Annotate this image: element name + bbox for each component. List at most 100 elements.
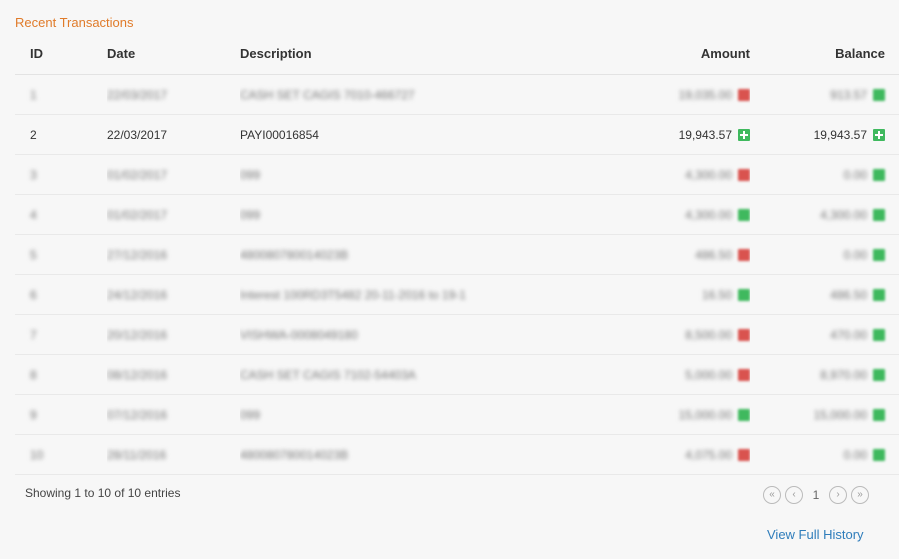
cell-id: 5 [15, 234, 107, 275]
cell-date-text: 08/12/2016 [107, 367, 168, 382]
column-header-id[interactable]: ID [15, 33, 107, 75]
first-page-icon[interactable]: « [763, 486, 781, 504]
table-row[interactable]: 7 20/12/2016 VISHWA-0008049180 8,500.00 470.… [15, 314, 899, 355]
cell-id-text: 10 [30, 447, 44, 462]
cell-amount-text: 4,300.00 [685, 167, 732, 182]
cell-balance-text: 19,943.57 [813, 127, 867, 142]
cell-date-text: 24/12/2016 [107, 287, 168, 302]
cell-date-text: 22/03/2017 [107, 127, 168, 142]
cell-balance: 0.00 [750, 234, 899, 275]
column-header-amount[interactable]: Amount [610, 33, 750, 75]
cell-balance: 19,943.57 [750, 114, 899, 155]
pagination: « ‹ 1 › » [763, 486, 869, 504]
cell-id-text: 9 [30, 407, 37, 422]
cell-amount: 4,300.00 [610, 194, 750, 235]
cell-description: 480080780014023B [240, 234, 610, 275]
entries-info: Showing 1 to 10 of 10 entries [25, 486, 181, 500]
plus-square-icon [873, 208, 885, 221]
cell-balance: 0.00 [750, 434, 899, 475]
plus-square-icon [738, 288, 750, 301]
minus-square-icon [738, 248, 750, 261]
table-row[interactable]: 2 22/03/2017 PAYI00016854 19,943.57 19,943.5… [15, 114, 899, 155]
current-page-number[interactable]: 1 [807, 488, 825, 502]
cell-id-text: 1 [30, 87, 37, 102]
cell-balance-wrap: 15,000.00 [814, 408, 885, 422]
cell-amount-text: 4,075.00 [685, 447, 732, 462]
cell-date-text: 22/03/2017 [107, 87, 168, 102]
cell-amount-text: 19,035.00 [678, 87, 732, 102]
cell-description-text: 480080780014023B [240, 447, 349, 462]
cell-amount-text: 15,000.00 [678, 407, 732, 422]
last-page-icon[interactable]: » [851, 486, 869, 504]
column-header-description[interactable]: Description [240, 33, 610, 75]
cell-description-text: CASH SET CAGIS 7102-54403A [240, 367, 416, 382]
cell-amount-wrap: 19,943.57 [679, 128, 750, 142]
table-row[interactable]: 9 07/12/2016 099 15,000.00 15,000.00 [15, 394, 899, 435]
cell-date: 01/02/2017 [107, 194, 240, 235]
cell-description-text: VISHWA-0008049180 [240, 327, 358, 342]
view-full-history-link[interactable]: View Full History [767, 527, 864, 542]
minus-square-icon [738, 168, 750, 181]
cell-date-text: 07/12/2016 [107, 407, 168, 422]
cell-date: 22/03/2017 [107, 114, 240, 155]
cell-balance-wrap: 0.00 [844, 448, 885, 462]
column-header-date[interactable]: Date [107, 33, 240, 75]
cell-date-text: 28/11/2016 [107, 447, 167, 462]
cell-balance-text: 486.50 [830, 287, 867, 302]
cell-description: 099 [240, 194, 610, 235]
cell-amount-text: 16.50 [701, 287, 732, 302]
transactions-table: ID Date Description Amount Balance 1 22/0… [15, 33, 899, 475]
table-row[interactable]: 4 01/02/2017 099 4,300.00 4,300.00 [15, 194, 899, 235]
cell-description: VISHWA-0008049180 [240, 314, 610, 355]
next-page-icon[interactable]: › [829, 486, 847, 504]
cell-date: 22/03/2017 [107, 74, 240, 115]
table-row[interactable]: 5 27/12/2016 480080780014023B 486.50 0.00 [15, 234, 899, 275]
cell-balance: 8,970.00 [750, 354, 899, 395]
cell-description-text: 480080780014023B [240, 247, 349, 262]
cell-balance-wrap: 0.00 [844, 168, 885, 182]
cell-description: CASH SET CAGIS 7102-54403A [240, 354, 610, 395]
plus-square-icon [873, 448, 885, 461]
cell-date: 24/12/2016 [107, 274, 240, 315]
cell-amount: 19,035.00 [610, 74, 750, 115]
cell-balance: 913.57 [750, 74, 899, 115]
cell-description-text: PAYI00016854 [240, 127, 319, 142]
plus-square-icon [873, 408, 885, 421]
table-row[interactable]: 1 22/03/2017 CASH SET CAGIS 7010-466727 19,… [15, 74, 899, 115]
cell-description: Interest 100RD3T5482 20-11-2016 to 19-1 [240, 274, 610, 315]
cell-balance-wrap: 486.50 [830, 288, 885, 302]
cell-balance: 470.00 [750, 314, 899, 355]
cell-date: 07/12/2016 [107, 394, 240, 435]
cell-balance-text: 913.57 [830, 87, 867, 102]
cell-balance-text: 0.00 [843, 167, 867, 182]
cell-id-text: 8 [30, 367, 37, 382]
cell-amount-wrap: 4,300.00 [685, 168, 750, 182]
cell-description-text: Interest 100RD3T5482 20-11-2016 to 19-1 [240, 287, 466, 302]
plus-square-icon [873, 368, 885, 381]
cell-balance-text: 15,000.00 [813, 407, 867, 422]
column-header-balance[interactable]: Balance [750, 33, 899, 75]
plus-square-icon [738, 128, 750, 141]
cell-amount-wrap: 486.50 [695, 248, 750, 262]
cell-date-text: 01/02/2017 [107, 207, 168, 222]
table-row[interactable]: 3 01/02/2017 099 4,300.00 0.00 [15, 154, 899, 195]
table-row[interactable]: 6 24/12/2016 Interest 100RD3T5482 20-11-20… [15, 274, 899, 315]
cell-amount-text: 8,500.00 [685, 327, 732, 342]
table-row[interactable]: 10 28/11/2016 480080780014023B 4,075.00 0.00 [15, 434, 899, 475]
cell-balance: 486.50 [750, 274, 899, 315]
minus-square-icon [738, 88, 750, 101]
cell-balance-wrap: 8,970.00 [820, 368, 885, 382]
cell-id: 1 [15, 74, 107, 115]
transactions-body: 1 22/03/2017 CASH SET CAGIS 7010-466727 19,… [15, 74, 899, 475]
cell-description: 480080780014023B [240, 434, 610, 475]
cell-amount-wrap: 19,035.00 [679, 88, 750, 102]
cell-date: 01/02/2017 [107, 154, 240, 195]
cell-amount: 8,500.00 [610, 314, 750, 355]
cell-date-text: 27/12/2016 [107, 247, 168, 262]
cell-description-text: 099 [240, 207, 261, 222]
prev-page-icon[interactable]: ‹ [785, 486, 803, 504]
plus-square-icon [873, 248, 885, 261]
table-row[interactable]: 8 08/12/2016 CASH SET CAGIS 7102-54403A 5,0… [15, 354, 899, 395]
cell-amount-wrap: 16.50 [702, 288, 750, 302]
cell-amount-wrap: 15,000.00 [679, 408, 750, 422]
